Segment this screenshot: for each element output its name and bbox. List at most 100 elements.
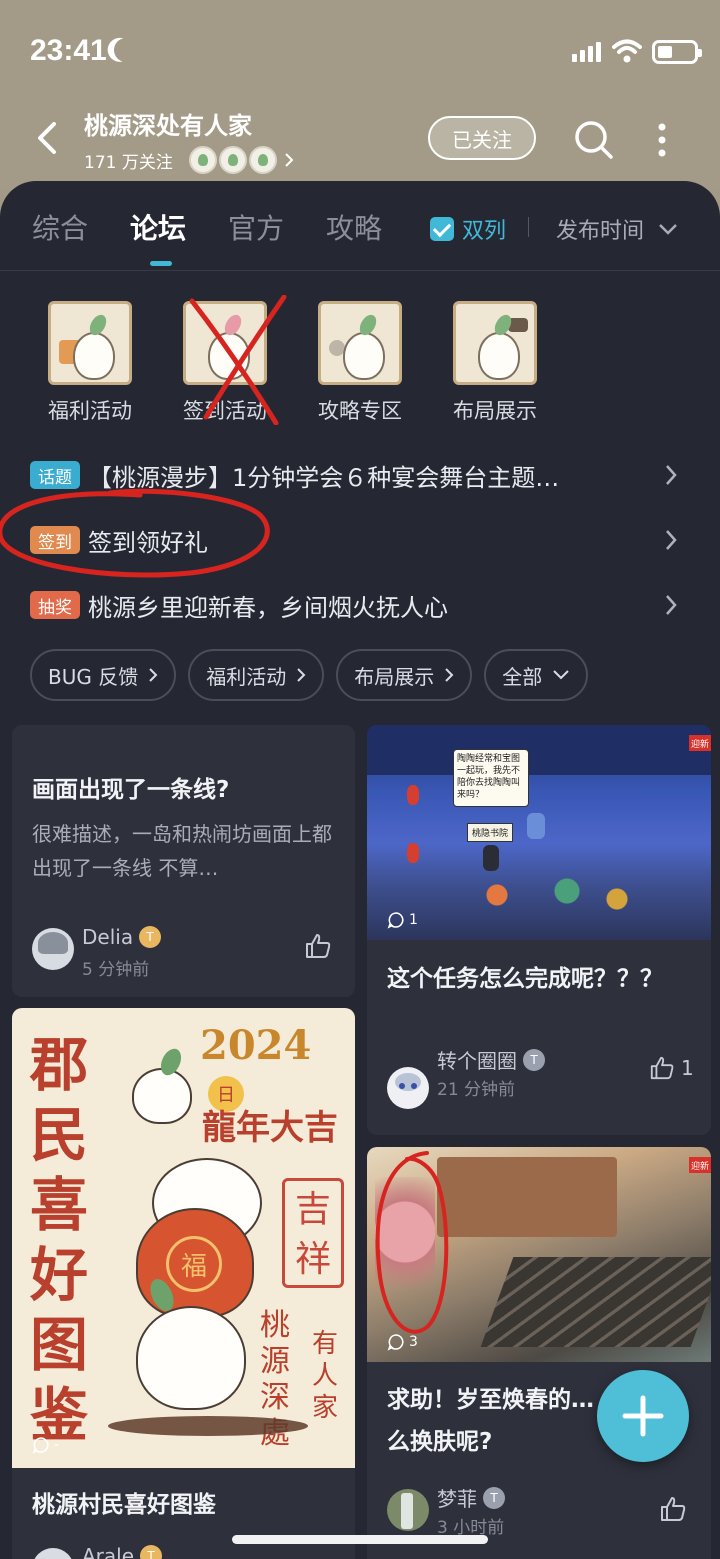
category-guides[interactable]: 攻略专区 [305,301,415,425]
post-card[interactable]: 郡民喜好图鉴 2024 日 龍年大吉 吉祥 桃源深處 有人家 福 - 桃源村民喜… [12,1008,355,1559]
lantern [407,843,419,863]
avatar[interactable] [32,1548,74,1559]
filter-chips: BUG 反馈 福利活动 布局展示 全部 [30,649,589,701]
post-title: 这个任务怎么完成呢？？？ [387,966,663,992]
chip-label: BUG 反馈 [48,664,139,689]
comment-count-value: 3 [409,1334,418,1350]
avatar[interactable] [32,928,74,970]
author-name: 梦菲 [437,1487,477,1511]
dragon-year-text: 龍年大吉 [202,1108,338,1148]
notice-text: 桃源乡里迎新春，乡间烟火抚人心 [88,593,448,622]
battery-icon [652,40,702,64]
back-arrow-icon[interactable] [30,120,66,156]
thumbs-up-icon[interactable] [659,1495,687,1523]
year-text: 2024 [200,1022,312,1069]
layout-icon [453,301,537,385]
comment-count-value: 1 [409,912,418,928]
chip-label: 全部 [502,664,543,689]
red-cross-annotation [189,295,287,425]
post-card[interactable]: 迎新 3 求助！岁至焕春的…么换肤呢? 梦菲 T 3 小时前 [367,1147,711,1559]
scene-decor [457,875,657,915]
red-circle-annotation [375,1151,449,1334]
post-time: 21 分钟前 [437,1080,516,1100]
character [527,813,545,839]
comment-count-value: - [54,1437,60,1453]
radish-character [136,1306,246,1410]
radish-character [132,1068,192,1124]
chip-bug-feedback[interactable]: BUG 反馈 [30,649,177,701]
category-label: 福利活动 [48,399,132,423]
author-row[interactable]: 梦菲 T [437,1483,505,1512]
follower-row[interactable]: 171 万关注 [84,146,295,174]
avatar[interactable] [387,1489,429,1531]
plus-icon [622,1395,664,1437]
author-row[interactable]: Delia T [82,925,162,949]
moon-icon [111,35,142,66]
like-count: 1 [681,1056,694,1080]
post-title: 桃源村民喜好图鉴 [32,1492,216,1518]
tab-bar: 综合 论坛 官方 攻略 双列 发布时间 [0,181,720,271]
tag-badge: 抽奖 [30,591,80,619]
divider [528,217,529,237]
post-time: 5 分钟前 [82,960,150,980]
chevron-right-icon [445,668,454,682]
post-card[interactable]: 陶陶经常和宝图一起玩，我先不陪你去找陶陶叫来吗？ 桃隐书院 迎新 1 这个任务怎… [367,725,711,1135]
tab-official[interactable]: 官方 [228,207,284,247]
post-image: 陶陶经常和宝图一起玩，我先不陪你去找陶陶叫来吗？ 桃隐书院 迎新 1 [367,725,711,940]
vertical-text-2: 有人家 [312,1329,339,1423]
post-title: 画面出现了一条线? [32,777,230,803]
category-label: 攻略专区 [318,399,402,423]
follow-button[interactable]: 已关注 [428,116,536,160]
follower-avatar [248,146,277,174]
dual-column-toggle[interactable]: 双列 [430,213,506,245]
tab-guides[interactable]: 攻略 [326,207,382,247]
post-excerpt: 很难描述，一岛和热闹坊画面上都出现了一条线 不算… [32,822,332,880]
chevron-right-icon [666,595,677,615]
level-badge-icon: T [523,1048,545,1071]
avatar[interactable] [387,1067,429,1109]
author-name: 转个圈圈 [437,1049,517,1073]
comment-count: 3 [387,1333,418,1351]
author-row[interactable]: Arale T [82,1544,163,1559]
tab-forum[interactable]: 论坛 [130,207,186,247]
post-image: 迎新 3 [367,1147,711,1362]
post-card[interactable]: 画面出现了一条线? 很难描述，一岛和热闹坊画面上都出现了一条线 不算… Deli… [12,725,355,997]
post-image: 郡民喜好图鉴 2024 日 龍年大吉 吉祥 桃源深處 有人家 福 - [12,1008,355,1468]
author-row[interactable]: 转个圈圈 T [437,1045,545,1074]
notice-lottery[interactable]: 抽奖 桃源乡里迎新春，乡间烟火抚人心 [30,585,690,625]
author-name: Arale [82,1544,135,1559]
post-title: 求助！岁至焕春的…么换肤呢? [387,1387,594,1455]
signal-icon [572,42,601,62]
forum-header: 桃源深处有人家 171 万关注 已关注 [0,100,720,190]
home-indicator[interactable] [232,1535,488,1544]
blessing-stamp: 吉祥 [282,1178,344,1288]
chevron-right-icon [666,465,677,485]
category-row: 福利活动 签到活动 攻略专区 布局展示 [0,301,720,431]
tab-comprehensive[interactable]: 综合 [32,207,88,247]
chip-layout[interactable]: 布局展示 [336,649,473,701]
chip-welfare[interactable]: 福利活动 [188,649,325,701]
content-panel: 综合 论坛 官方 攻略 双列 发布时间 福利活动 签到活动 攻略专区 布局展示 … [0,181,720,1559]
shadow [108,1416,308,1436]
create-post-button[interactable] [597,1370,689,1462]
like-button[interactable]: 1 [649,1055,694,1081]
follower-avatar [188,146,217,174]
more-icon[interactable] [654,122,670,158]
comment-count: 1 [387,911,418,929]
welfare-icon [48,301,132,385]
level-badge-icon: T [483,1486,505,1509]
comment-icon [387,912,404,929]
search-icon[interactable] [574,120,614,160]
thumbs-up-icon[interactable] [304,932,332,960]
comment-icon [387,1334,404,1351]
level-badge-icon: T [140,1545,163,1559]
shop-building [437,1157,617,1237]
scene-roof [367,725,711,775]
category-welfare[interactable]: 福利活动 [35,301,145,425]
chip-all[interactable]: 全部 [484,649,589,701]
guides-icon [318,301,402,385]
category-layout[interactable]: 布局展示 [440,301,550,425]
corner-tag: 迎新 [689,735,711,751]
sort-label: 发布时间 [556,219,645,244]
sort-dropdown[interactable]: 发布时间 [556,213,678,245]
